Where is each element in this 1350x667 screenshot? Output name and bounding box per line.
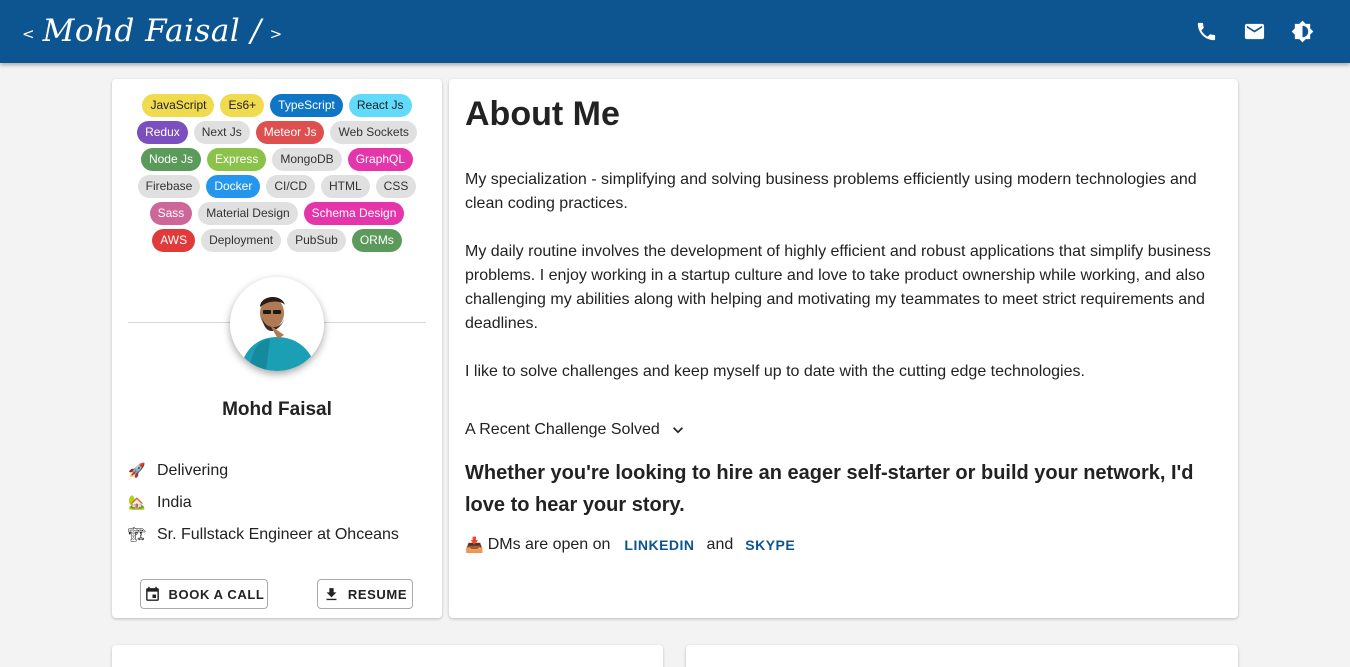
about-paragraph: I like to solve challenges and keep myse… <box>465 363 1085 380</box>
education-card <box>112 645 663 667</box>
skills-chips: JavaScript Es6+ TypeScript React Js Redux Nex… <box>128 94 426 252</box>
skill-chip: PubSub <box>287 229 346 252</box>
about-paragraphs: My specialization - simplifying and solv… <box>465 168 1225 408</box>
skill-chip: Web Sockets <box>330 121 417 144</box>
profile-card: JavaScript Es6+ TypeScript React Js Redux Nex… <box>112 79 442 618</box>
skill-chip: CI/CD <box>266 175 315 198</box>
info-location-text: India <box>157 494 192 511</box>
skill-chip: Firebase <box>137 175 201 198</box>
resume-button[interactable]: RESUME <box>317 579 413 609</box>
phone-icon[interactable] <box>1194 16 1218 46</box>
construction-icon: 🏗 <box>128 527 146 543</box>
rocket-icon: 🚀 <box>128 463 146 479</box>
and-text: and <box>706 536 734 553</box>
skill-chip: Express <box>206 148 267 171</box>
skill-chip: Node Js <box>140 148 201 171</box>
brand-name: Mohd Faisal / <box>42 13 262 49</box>
brand[interactable]: < Mohd Faisal / > <box>22 8 282 54</box>
book-call-button[interactable]: BOOK A CALL <box>140 579 268 609</box>
brightness-icon[interactable] <box>1290 16 1314 46</box>
avatar <box>230 277 324 371</box>
challenge-accordion[interactable]: A Recent Challenge Solved <box>465 420 688 440</box>
inbox-icon: 📥 <box>465 536 484 554</box>
skype-link[interactable]: SKYPE <box>733 537 807 553</box>
skill-chip: CSS <box>375 175 417 198</box>
skill-chip: Docker <box>206 175 261 198</box>
skill-chip: TypeScript <box>270 94 343 117</box>
skill-chip: HTML <box>321 175 370 198</box>
skill-chip: ORMs <box>351 229 402 252</box>
mail-icon[interactable] <box>1242 16 1266 46</box>
download-icon <box>326 587 337 600</box>
skill-chip: React Js <box>348 94 412 117</box>
about-paragraph: My specialization - simplifying and solv… <box>465 171 1197 212</box>
skill-chip: Meteor Js <box>255 121 325 144</box>
skill-chip: Next Js <box>193 121 250 144</box>
book-call-label: BOOK A CALL <box>168 586 265 602</box>
accordion-label: A Recent Challenge Solved <box>465 421 660 438</box>
dm-line: 📥 DMs are open on LINKEDIN and SKYPE <box>465 532 807 558</box>
profile-info: 🚀 Delivering 🏡 India 🏗 Sr. Fullstack Eng… <box>128 455 399 551</box>
info-status-text: Delivering <box>157 462 229 479</box>
app-bar: < Mohd Faisal / > <box>0 0 1350 63</box>
info-status: 🚀 Delivering <box>128 455 399 487</box>
work-experience-card <box>686 645 1238 667</box>
dm-text: DMs are open on <box>487 536 611 553</box>
about-card: About Me My specialization - simplifying… <box>449 79 1238 618</box>
skill-chip: Deployment <box>201 229 282 252</box>
chevron-down-icon <box>672 427 683 434</box>
about-title: About Me <box>465 95 620 133</box>
skill-chip: Redux <box>137 121 188 144</box>
skill-chip: AWS <box>152 229 196 252</box>
info-location: 🏡 India <box>128 487 399 519</box>
app-bar-actions <box>1194 16 1314 46</box>
linkedin-link[interactable]: LINKEDIN <box>612 537 706 553</box>
about-paragraph: My daily routine involves the developmen… <box>465 243 1211 332</box>
info-role-text: Sr. Fullstack Engineer at Ohceans <box>157 526 399 543</box>
house-icon: 🏡 <box>128 495 146 511</box>
skill-chip: GraphQL <box>347 148 414 171</box>
skill-chip: MongoDB <box>272 148 342 171</box>
resume-label: RESUME <box>347 586 408 602</box>
left-chevron: < <box>22 25 35 43</box>
skill-chip: Es6+ <box>220 94 265 117</box>
skill-chip: JavaScript <box>142 94 215 117</box>
profile-name: Mohd Faisal <box>222 399 332 420</box>
calendar-icon <box>145 586 159 601</box>
right-chevron: > <box>269 25 283 43</box>
skill-chip: Material Design <box>198 202 298 225</box>
skill-chip: Schema Design <box>303 202 405 225</box>
call-to-action: Whether you're looking to hire an eager … <box>465 462 1194 516</box>
info-role: 🏗 Sr. Fullstack Engineer at Ohceans <box>128 519 399 551</box>
skill-chip: Sass <box>149 202 193 225</box>
